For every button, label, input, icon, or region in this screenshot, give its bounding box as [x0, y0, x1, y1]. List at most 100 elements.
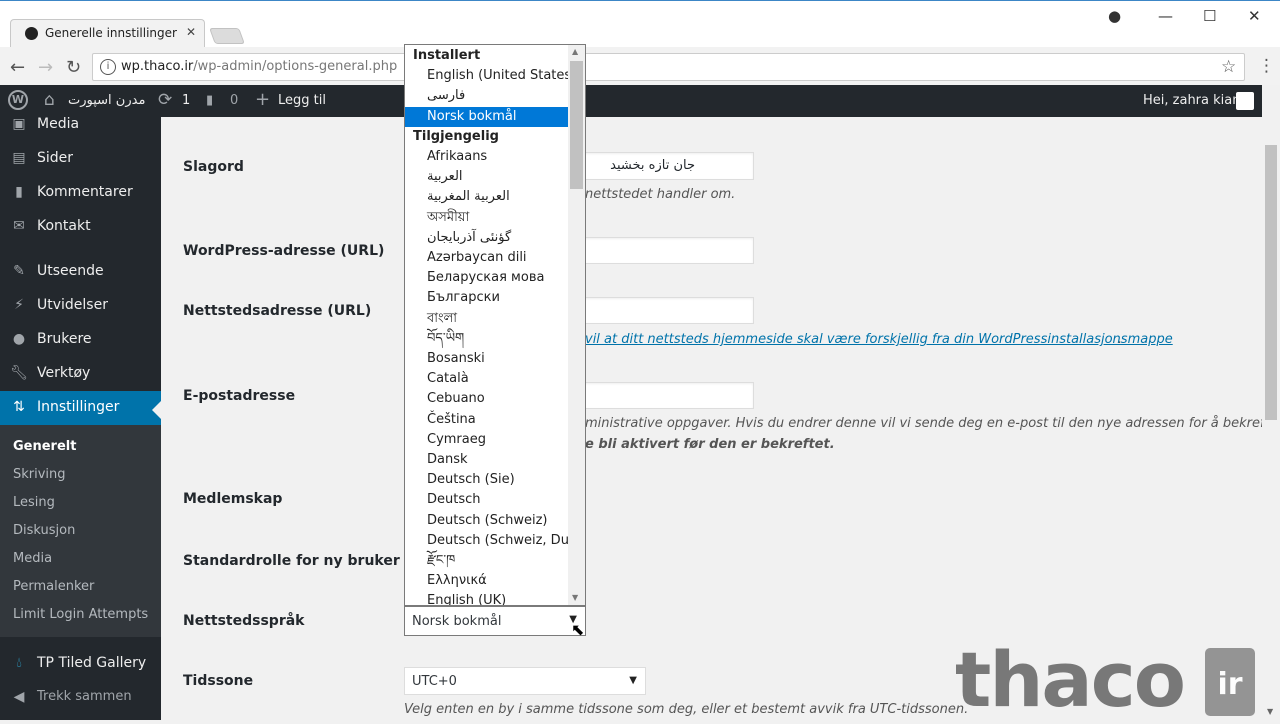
language-option[interactable]: العربية: [405, 167, 569, 187]
updates-count[interactable]: 1: [182, 93, 190, 108]
url-path: /wp-admin/options-general.php: [193, 59, 398, 74]
sidebar-item-label: Media: [37, 116, 80, 132]
sidebar-item-settings[interactable]: ⇅ Innstillinger: [0, 391, 161, 425]
collapse-menu-button[interactable]: ◀ Trekk sammen: [0, 681, 161, 715]
comments-icon[interactable]: ▮: [206, 93, 213, 108]
plus-icon[interactable]: +: [255, 89, 270, 110]
close-tab-icon[interactable]: ✕: [186, 25, 196, 39]
timezone-select[interactable]: UTC+0 ▼: [404, 667, 646, 695]
comments-count[interactable]: 0: [230, 93, 238, 108]
home-icon[interactable]: ⌂: [44, 90, 55, 110]
scroll-up-icon[interactable]: ▲: [572, 47, 578, 56]
close-window-button[interactable]: ✕: [1248, 7, 1261, 25]
settings-icon: ⇅: [13, 399, 25, 415]
sidebar-item-contact[interactable]: ✉ Kontakt: [0, 210, 161, 244]
scroll-down-icon[interactable]: ▼: [572, 593, 578, 602]
submenu-limit-login[interactable]: Limit Login Attempts: [13, 607, 148, 622]
sidebar-item-plugins[interactable]: ⚡ Utvidelser: [0, 289, 161, 323]
language-option[interactable]: Català: [405, 369, 569, 389]
media-icon: ▣: [12, 116, 26, 132]
avatar[interactable]: [1236, 92, 1254, 110]
language-option[interactable]: རྫོང་ཁ: [405, 551, 569, 571]
language-option[interactable]: Norsk bokmål: [405, 106, 569, 127]
new-tab-button[interactable]: [209, 28, 245, 44]
sidebar-item-label: Sider: [37, 150, 74, 166]
thaco-watermark-logo: thaco: [955, 635, 1186, 724]
language-dropdown-list[interactable]: Installert English (United States) فارسی No…: [404, 44, 586, 606]
language-option[interactable]: Cebuano: [405, 389, 569, 409]
language-option[interactable]: گؤنئی آذربایجان: [405, 228, 569, 248]
tagline-value: جان تازه بخشید: [610, 158, 695, 173]
language-option[interactable]: Deutsch (Schweiz, Du): [405, 531, 574, 551]
language-option[interactable]: བོད་ཡིག: [405, 329, 569, 349]
submenu-discussion[interactable]: Diskusjon: [13, 523, 75, 538]
back-icon[interactable]: ←: [10, 57, 25, 78]
language-option[interactable]: Dansk: [405, 450, 569, 470]
language-option[interactable]: বাংলা: [405, 309, 569, 329]
language-option[interactable]: Deutsch (Sie): [405, 470, 569, 490]
timezone-value: UTC+0: [412, 674, 457, 689]
user-icon: ●: [12, 331, 26, 347]
add-new-link[interactable]: Legg til: [278, 93, 326, 108]
info-icon[interactable]: i: [100, 59, 116, 75]
forward-icon[interactable]: →: [38, 57, 53, 78]
default-role-label: Standardrolle for ny bruker: [183, 553, 400, 569]
language-option[interactable]: Deutsch: [405, 490, 569, 510]
thaco-watermark-badge: ir: [1205, 648, 1255, 716]
submenu-writing[interactable]: Skriving: [13, 467, 66, 482]
dropdown-scrollbar[interactable]: ▲ ▼: [568, 45, 585, 605]
menu-dots-icon[interactable]: ⋮: [1258, 56, 1275, 76]
scrollbar-thumb[interactable]: [570, 61, 583, 189]
language-option[interactable]: English (UK): [405, 591, 569, 605]
brush-icon: ✎: [13, 263, 25, 279]
language-option[interactable]: অসমীয়া: [405, 208, 569, 228]
droplet-icon: 💧︎: [16, 655, 22, 671]
reload-icon[interactable]: ↻: [66, 57, 81, 78]
updates-icon[interactable]: ⟳: [158, 90, 172, 110]
language-option[interactable]: Беларуская мова: [405, 268, 569, 288]
settings-submenu: Generelt Skriving Lesing Diskusjon Media…: [0, 425, 161, 637]
page-scrollbar[interactable]: ▼: [1262, 85, 1280, 720]
submenu-reading[interactable]: Lesing: [13, 495, 55, 510]
site-name-link[interactable]: مدرن اسپورت: [68, 93, 145, 108]
sidebar-item-media[interactable]: ▣ Media: [0, 108, 161, 142]
language-option[interactable]: Azərbaycan dili: [405, 248, 569, 268]
submenu-media[interactable]: Media: [13, 551, 52, 566]
submenu-general[interactable]: Generelt: [13, 439, 76, 454]
language-option[interactable]: Čeština: [405, 410, 569, 430]
user-greeting[interactable]: Hei, zahra kiani: [1143, 93, 1244, 108]
maximize-button[interactable]: ☐: [1203, 7, 1216, 25]
sidebar-item-tools[interactable]: 🔧︎ Verktøy: [0, 357, 161, 391]
page-scrollbar-thumb[interactable]: [1265, 145, 1277, 420]
sidebar-item-tiled-gallery[interactable]: 💧︎ TP Tiled Gallery: [0, 647, 161, 681]
active-menu-pointer: [152, 401, 161, 419]
email-description-bold: e bli aktivert før den er bekreftet.: [585, 437, 835, 452]
sidebar-item-label: Utseende: [37, 263, 104, 279]
bookmark-star-icon[interactable]: ☆: [1221, 57, 1236, 77]
sidebar-item-pages[interactable]: ▤ Sider: [0, 142, 161, 176]
language-option[interactable]: Afrikaans: [405, 147, 569, 167]
language-option[interactable]: Deutsch (Schweiz): [405, 511, 569, 531]
language-option[interactable]: فارسی: [405, 86, 569, 106]
address-bar[interactable]: i wp.thaco.ir/wp-admin/options-general.p…: [92, 53, 1245, 81]
site-language-select[interactable]: Norsk bokmål ▼: [404, 606, 586, 636]
option-group-label: Installert: [413, 48, 481, 63]
profile-icon[interactable]: ●: [1108, 7, 1121, 25]
language-option[interactable]: Ελληνικά: [405, 571, 569, 591]
sidebar-item-users[interactable]: ● Brukere: [0, 323, 161, 357]
minimize-button[interactable]: —: [1158, 7, 1173, 25]
submenu-permalinks[interactable]: Permalenker: [13, 579, 94, 594]
language-option[interactable]: Bosanski: [405, 349, 569, 369]
chevron-down-icon: ▼: [629, 675, 637, 686]
sidebar-item-appearance[interactable]: ✎ Utseende: [0, 255, 161, 289]
browser-tab[interactable]: Generelle innstillinger ‹ ✕: [10, 19, 205, 47]
site-language-value: Norsk bokmål: [412, 614, 502, 629]
language-option[interactable]: Български: [405, 288, 569, 308]
wordpress-logo-icon[interactable]: W: [8, 90, 28, 110]
language-option[interactable]: العربية المغربية: [405, 187, 569, 207]
language-option[interactable]: English (United States): [405, 66, 576, 86]
site-url-help-link[interactable]: vil at ditt nettsteds hjemmeside skal væ…: [585, 332, 1173, 347]
sidebar-item-comments[interactable]: ▮ Kommentarer: [0, 176, 161, 210]
language-option[interactable]: Cymraeg: [405, 430, 569, 450]
scroll-down-icon[interactable]: ▼: [1267, 707, 1273, 716]
